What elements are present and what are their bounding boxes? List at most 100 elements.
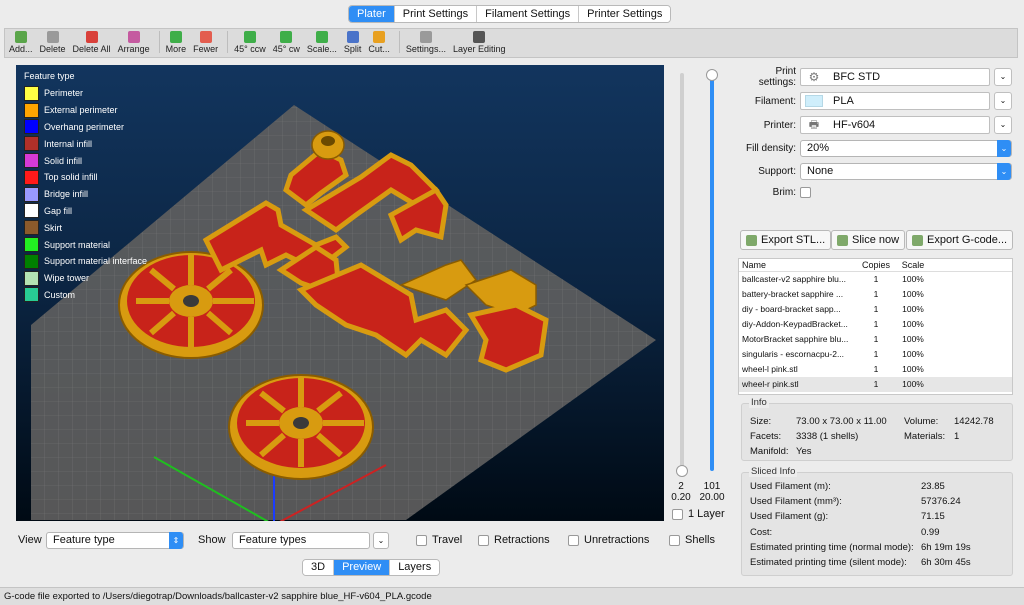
cut-button[interactable]: Cut... (368, 31, 390, 54)
one-layer-checkbox[interactable] (672, 508, 683, 520)
more-button[interactable]: More (166, 31, 186, 54)
sliced-info-label: Estimated printing time (normal mode): (750, 541, 914, 553)
lower-layer-handle[interactable] (676, 465, 688, 477)
table-row[interactable]: diy - board-bracket sapp... 1 100% (739, 302, 1012, 317)
tab-printer-settings[interactable]: Printer Settings (579, 6, 671, 22)
legend-label: Internal infill (44, 138, 93, 149)
arrange-icon (127, 31, 140, 43)
tab-3d[interactable]: 3D (303, 560, 335, 575)
retractions-option[interactable]: Retractions (478, 534, 550, 546)
materials-label: Materials: (904, 431, 946, 442)
tab-preview[interactable]: Preview (334, 560, 391, 575)
legend-item: Perimeter (24, 85, 147, 102)
legend-item: Gap fill (24, 203, 147, 220)
column-name[interactable]: Name (739, 259, 858, 271)
support-select[interactable]: None ⌄ (800, 162, 1012, 180)
printer-dropdown[interactable]: ⌄ (994, 116, 1012, 134)
unretractions-checkbox[interactable] (568, 534, 579, 546)
table-row[interactable]: diy-Addon-KeypadBracket... 1 100% (739, 317, 1012, 332)
show-dropdown-button[interactable]: ⌄ (373, 531, 389, 549)
delete-all-button[interactable]: Delete All (73, 31, 111, 54)
delete-button[interactable]: Delete (40, 31, 66, 54)
column-scale[interactable]: Scale (894, 259, 932, 271)
split-button[interactable]: Split (344, 31, 361, 54)
table-row[interactable]: MotorBracket sapphire blu... 1 100% (739, 332, 1012, 347)
legend-swatch (24, 119, 39, 135)
object-list[interactable]: Name Copies Scale ballcaster-v2 sapphire… (738, 258, 1013, 395)
filament-dropdown[interactable]: ⌄ (994, 92, 1012, 110)
print-settings-dropdown[interactable]: ⌄ (994, 68, 1012, 86)
tab-plater[interactable]: Plater (349, 6, 395, 22)
shells-checkbox[interactable] (669, 534, 680, 546)
retractions-checkbox[interactable] (478, 534, 489, 546)
table-row[interactable]: wheel-r pink.stl 1 100% (739, 377, 1012, 392)
sliced-info-label: Cost: (750, 526, 773, 538)
fill-density-select[interactable]: 20% ⌄ (800, 139, 1012, 157)
object-scale: 100% (902, 349, 924, 359)
cut-icon (373, 31, 386, 43)
column-copies[interactable]: Copies (858, 259, 894, 271)
legend-item: Internal infill (24, 135, 147, 152)
layer-slider-track-lower (680, 73, 684, 471)
legend-swatch (24, 287, 39, 303)
object-copies: 1 (873, 349, 879, 359)
printer-label: Printer: (763, 119, 796, 131)
toolbar: Add... Delete Delete All Arrange More Fewer 45… (4, 28, 1018, 58)
table-row[interactable]: battery-bracket sapphire ... 1 100% (739, 287, 1012, 302)
filament-select[interactable]: PLA (800, 92, 990, 110)
table-row[interactable]: singularis - escornacpu-2... 1 100% (739, 347, 1012, 362)
legend-swatch (24, 153, 39, 169)
layer-editing-button[interactable]: Layer Editing (453, 31, 506, 54)
view-label: View (18, 534, 42, 546)
export-stl-button[interactable]: Export STL... (740, 230, 832, 250)
view-select-value: Feature type (53, 533, 115, 546)
printer-select[interactable]: 🖶 HF-v604 (800, 116, 990, 134)
unretractions-option[interactable]: Unretractions (568, 534, 649, 546)
slice-now-button[interactable]: Slice now (831, 230, 906, 250)
object-copies: 1 (873, 364, 879, 374)
fewer-button[interactable]: Fewer (193, 31, 218, 54)
preview-viewport[interactable]: Feature type Perimeter External perimeter… (16, 65, 664, 521)
show-select[interactable]: Feature types (232, 531, 370, 549)
object-scale: 100% (902, 364, 924, 374)
view-select[interactable]: Feature type ⇕ (46, 531, 184, 549)
brim-label: Brim: (772, 186, 796, 198)
facets-value: 3338 (1 shells) (796, 431, 859, 442)
legend-item: Custom (24, 287, 147, 304)
rotate-cw-icon (280, 31, 293, 43)
scale-button[interactable]: Scale... (307, 31, 337, 54)
wheel-right (228, 374, 374, 480)
export-gcode-button[interactable]: Export G-code... (906, 230, 1014, 250)
table-row[interactable]: ballcaster-v2 sapphire blu... 1 100% (739, 272, 1012, 287)
scale-icon (315, 31, 328, 43)
travel-option[interactable]: Travel (416, 534, 462, 546)
object-name: diy - board-bracket sapp... (742, 304, 841, 314)
unretractions-label: Unretractions (584, 534, 650, 546)
legend-swatch (24, 203, 39, 219)
fewer-icon (199, 31, 212, 43)
shells-label: Shells (685, 534, 715, 546)
add-button[interactable]: Add... (9, 31, 33, 54)
tab-print-settings[interactable]: Print Settings (394, 6, 478, 22)
settings-button[interactable]: Settings... (406, 31, 446, 54)
45-ccw-button[interactable]: 45° ccw (234, 31, 266, 54)
size-value: 73.00 x 73.00 x 11.00 (796, 416, 887, 427)
toolbar-separator (227, 30, 229, 53)
print-settings-select[interactable]: ⚙ BFC STD (800, 68, 990, 86)
layer-slider[interactable]: 2 0.20 101 20.00 1 Layer (668, 65, 728, 525)
shells-option[interactable]: Shells (669, 534, 715, 546)
tab-filament-settings[interactable]: Filament Settings (477, 6, 580, 22)
tab-layers[interactable]: Layers (390, 560, 440, 575)
travel-checkbox[interactable] (416, 534, 427, 546)
table-row[interactable]: wheel-l pink.stl 1 100% (739, 362, 1012, 377)
select-arrows-icon: ⇕ (169, 531, 183, 549)
facets-label: Facets: (750, 431, 782, 442)
object-copies: 1 (873, 319, 879, 329)
legend-label: External perimeter (44, 105, 118, 116)
arrange-button[interactable]: Arrange (118, 31, 150, 54)
chevron-down-icon: ⌄ (999, 96, 1007, 105)
brim-checkbox[interactable] (800, 186, 811, 198)
object-list-header: Name Copies Scale (739, 259, 1012, 272)
upper-layer-handle[interactable] (706, 69, 718, 81)
45-cw-button[interactable]: 45° cw (273, 31, 300, 54)
